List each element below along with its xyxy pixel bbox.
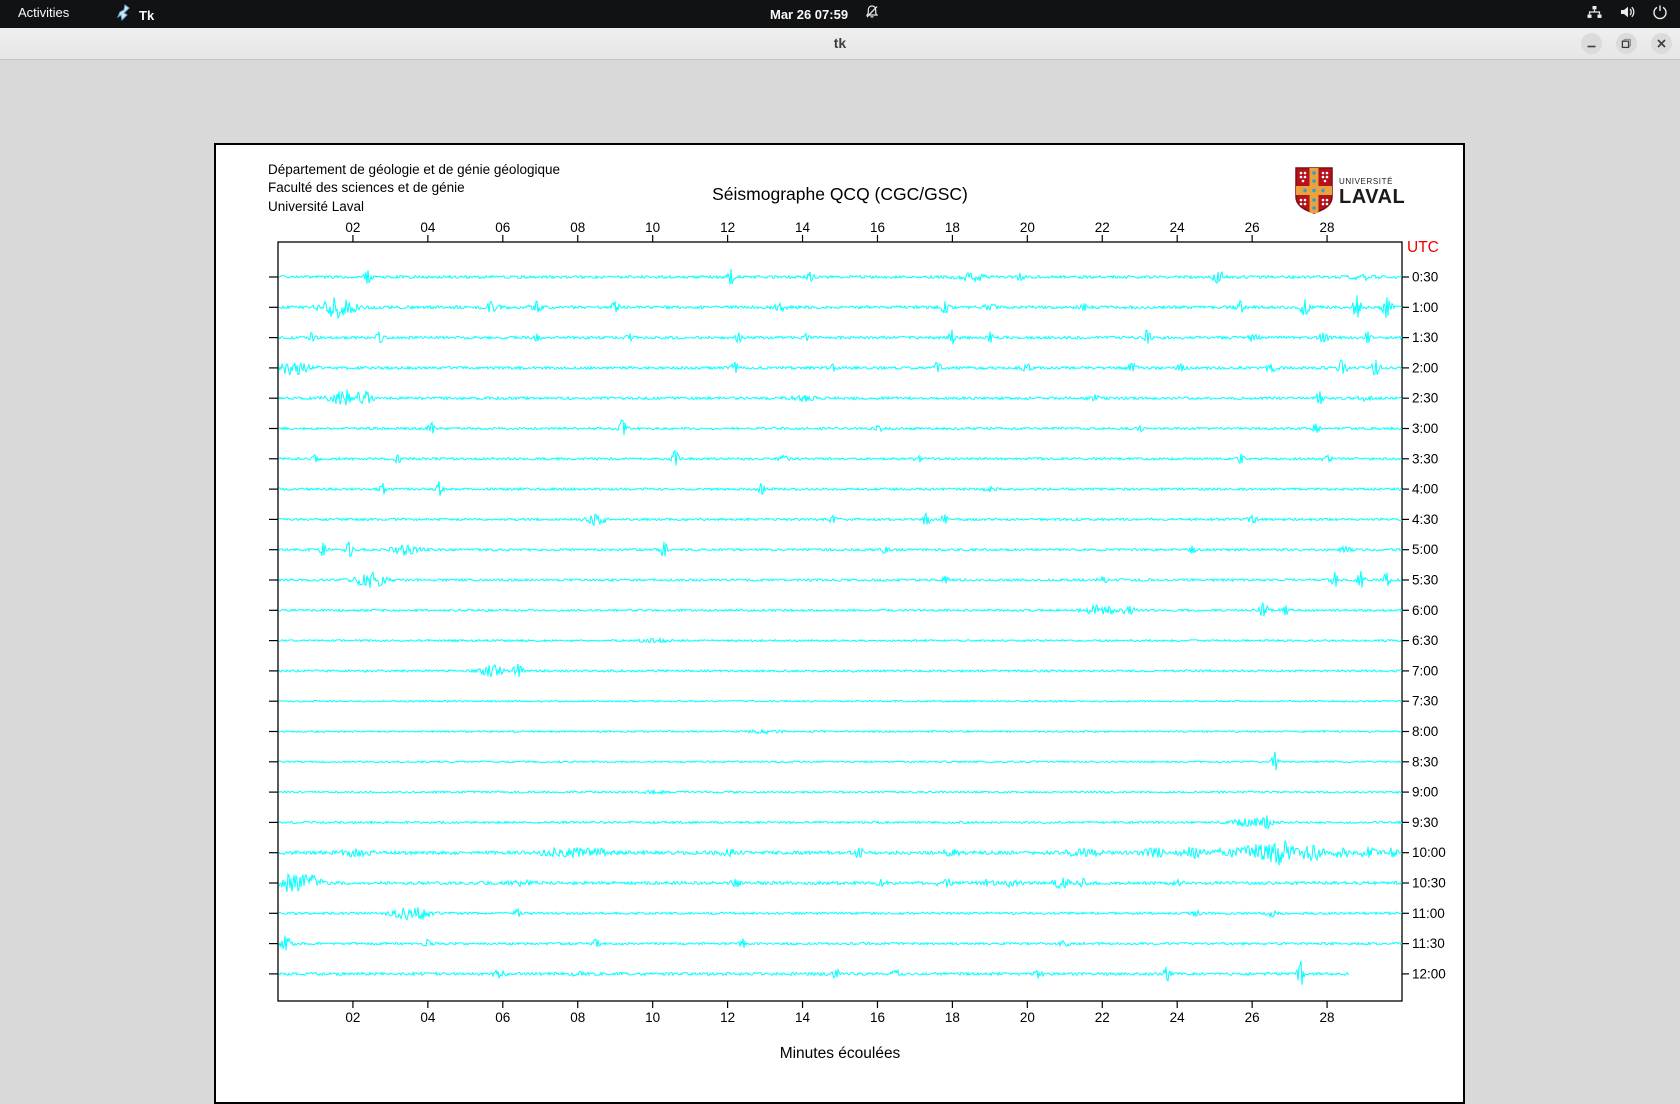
seismic-trace [278,840,1403,866]
minimize-button[interactable] [1581,33,1602,54]
utc-time-label: 1:00 [1412,300,1438,315]
utc-time-label: 11:30 [1412,936,1445,951]
x-tick-label-top: 26 [1245,220,1260,235]
utc-time-label: 2:30 [1412,391,1438,406]
utc-time-label: 4:00 [1412,482,1438,497]
x-tick-label-top: 22 [1095,220,1110,235]
seismic-trace [278,541,1403,558]
close-button[interactable] [1651,33,1672,54]
x-tick-label-top: 04 [420,220,436,235]
focused-app-name: Tk [139,8,155,23]
utc-axis-title: UTC [1407,239,1439,256]
seismic-trace [278,815,1403,831]
gnome-top-bar: Activities Tk Mar 26 07:59 [0,0,1680,28]
x-tick-label-bottom: 14 [795,1010,811,1025]
x-tick-label-top: 20 [1020,220,1035,235]
utc-time-label: 8:30 [1412,754,1438,769]
utc-time-label: 10:30 [1412,876,1446,891]
x-tick-label-bottom: 04 [420,1010,436,1025]
seismic-trace [278,663,1403,677]
window-title: tk [833,35,847,51]
power-icon [1652,4,1668,25]
seismic-trace [278,481,1403,496]
utc-time-label: 2:00 [1412,360,1438,375]
x-axis-title: Minutes écoulées [780,1045,901,1062]
utc-time-label: 3:30 [1412,451,1438,466]
x-tick-label-bottom: 16 [870,1010,885,1025]
seismic-trace [278,935,1403,951]
utc-time-label: 6:30 [1412,633,1438,648]
x-tick-label-top: 18 [945,220,960,235]
utc-time-label: 9:30 [1412,815,1438,830]
seismic-trace [278,570,1403,588]
utc-time-label: 4:30 [1412,512,1438,527]
utc-time-label: 10:00 [1412,845,1446,860]
x-tick-label-bottom: 20 [1020,1010,1035,1025]
utc-time-label: 12:00 [1412,966,1446,981]
window-titlebar[interactable]: tk [0,28,1680,60]
x-tick-label-bottom: 18 [945,1010,960,1025]
seismic-trace [278,699,1403,703]
activities-button[interactable]: Activities [18,5,69,20]
utc-time-label: 7:30 [1412,694,1438,709]
x-tick-label-top: 08 [570,220,585,235]
utc-time-label: 7:00 [1412,663,1438,678]
notifications-disabled-icon [864,4,880,25]
seismic-trace [278,389,1403,406]
seismic-trace [278,960,1350,985]
clock-group[interactable]: Mar 26 07:59 [770,4,880,25]
utc-time-label: 6:00 [1412,603,1438,618]
x-tick-label-top: 14 [795,220,811,235]
seismic-trace [278,419,1403,436]
seismic-trace [278,268,1403,285]
utc-time-label: 1:30 [1412,330,1438,345]
utc-time-label: 11:00 [1412,906,1445,921]
maximize-button[interactable] [1616,33,1637,54]
x-tick-label-bottom: 06 [495,1010,510,1025]
utc-time-label: 8:00 [1412,724,1438,739]
x-tick-label-bottom: 28 [1320,1010,1335,1025]
clock: Mar 26 07:59 [770,7,849,22]
seismic-trace [278,751,1403,771]
volume-icon [1619,4,1636,25]
seismic-trace [278,511,1403,527]
seismic-trace [278,329,1403,345]
utc-time-label: 5:00 [1412,542,1438,557]
utc-time-label: 9:00 [1412,785,1438,800]
x-tick-label-bottom: 26 [1245,1010,1260,1025]
x-tick-label-top: 12 [720,220,735,235]
focused-app-menu[interactable]: Tk [116,4,154,27]
seismic-trace [278,907,1403,921]
tk-window-body: Département de géologie et de génie géol… [0,60,1680,1104]
seismic-trace [278,728,1403,735]
x-tick-label-top: 06 [495,220,510,235]
x-tick-label-bottom: 08 [570,1010,585,1025]
seismogram-plot: 02 02 04 04 06 06 08 08 10 10 12 12 14 14 16 16 18 18 20 20… [269,220,1446,1062]
seismograph-canvas: Département de géologie et de génie géol… [214,143,1465,1104]
network-wired-icon [1586,4,1603,25]
x-tick-label-bottom: 10 [645,1010,660,1025]
system-status-area[interactable] [1586,4,1668,25]
seismic-trace [278,788,1402,796]
seismic-trace [278,872,1403,893]
tk-icon [116,4,132,27]
seismic-trace [279,295,1403,320]
x-tick-label-top: 10 [645,220,660,235]
seismic-trace [278,450,1403,466]
seismic-trace [278,601,1403,617]
x-tick-label-bottom: 24 [1170,1010,1186,1025]
seismic-trace [278,359,1403,376]
utc-time-label: 3:00 [1412,421,1438,436]
x-tick-label-top: 24 [1170,220,1186,235]
x-tick-label-top: 16 [870,220,885,235]
x-tick-label-bottom: 12 [720,1010,735,1025]
x-tick-label-bottom: 02 [345,1010,360,1025]
plot-border [277,241,1403,1002]
x-tick-label-top: 28 [1320,220,1335,235]
seismic-trace [278,636,1403,644]
utc-time-label: 0:30 [1412,270,1438,285]
utc-time-label: 5:30 [1412,573,1438,588]
x-tick-label-bottom: 22 [1095,1010,1110,1025]
x-tick-label-top: 02 [345,220,360,235]
